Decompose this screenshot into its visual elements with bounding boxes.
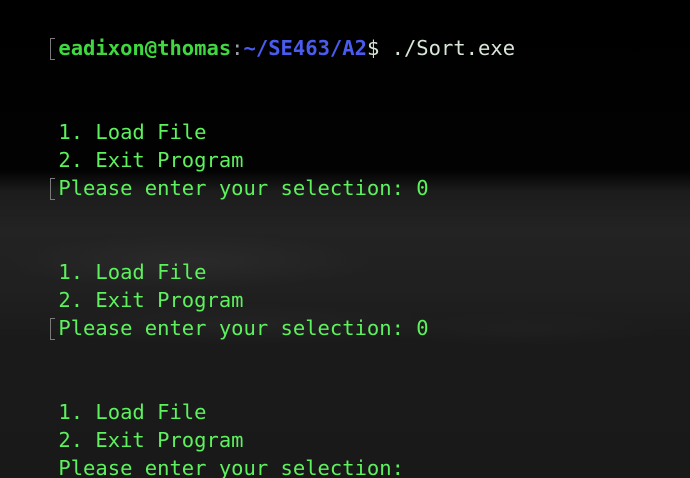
menu-option-exit-program: 2. Exit Program: [0, 258, 243, 312]
text-cursor[interactable]: [416, 457, 427, 478]
selection-input-line[interactable]: Please enter your selection:: [0, 426, 427, 478]
menu-option-exit-program: 2. Exit Program: [0, 398, 243, 452]
prompt-path: ~/SE463/A2: [243, 36, 367, 60]
terminal-window[interactable]: eadixon@thomas:~/SE463/A2$ ./Sort.exe 1.…: [0, 0, 690, 478]
selection-prompt-text: Please enter your selection: 0: [58, 176, 429, 200]
selection-prompt-line: Please enter your selection: 0: [0, 146, 429, 200]
prompt-separator: :: [231, 36, 244, 60]
prompt-symbol: $: [366, 36, 380, 60]
selection-prompt-line: Please enter your selection: 0: [0, 286, 429, 340]
line-marker: [49, 314, 58, 342]
selection-prompt-text: Please enter your selection:: [58, 456, 417, 478]
prompt-command: ./Sort.exe: [379, 36, 516, 60]
command-prompt-line: eadixon@thomas:~/SE463/A2$ ./Sort.exe: [0, 6, 515, 60]
menu-option-exit-program: 2. Exit Program: [0, 118, 243, 172]
line-marker: [49, 174, 58, 202]
menu-option-load-file: 1. Load File: [0, 370, 206, 424]
prompt-user-host: eadixon@thomas: [58, 36, 232, 60]
selection-prompt-text: Please enter your selection: 0: [58, 316, 429, 340]
line-marker: [49, 34, 58, 62]
menu-option-load-file: 1. Load File: [0, 90, 206, 144]
menu-option-load-file: 1. Load File: [0, 230, 206, 284]
